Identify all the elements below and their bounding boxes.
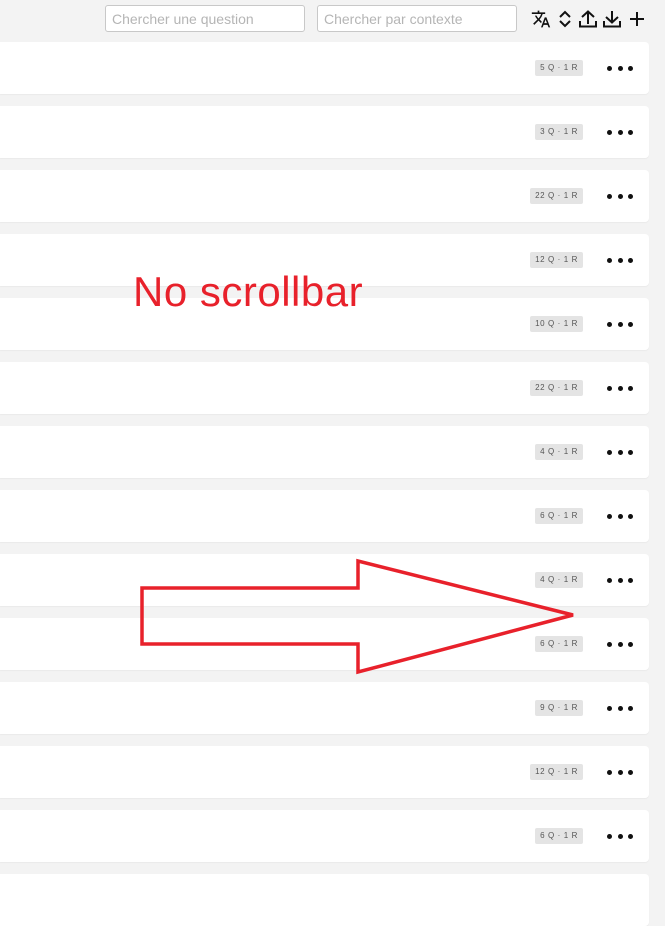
list-item[interactable]: 22 Q · 1 R [0,170,649,222]
count-badge: 5 Q · 1 R [535,60,583,76]
count-badge: 12 Q · 1 R [530,252,583,268]
more-options-icon[interactable] [607,763,633,781]
list-item[interactable]: 6 Q · 1 R [0,618,649,670]
count-badge: 10 Q · 1 R [530,316,583,332]
more-options-icon[interactable] [607,123,633,141]
toolbar [0,0,665,40]
count-badge: 6 Q · 1 R [535,508,583,524]
sort-icon[interactable] [554,8,576,30]
more-options-icon[interactable] [607,507,633,525]
more-options-icon[interactable] [607,443,633,461]
list-item[interactable]: 6 Q · 1 R [0,490,649,542]
more-options-icon[interactable] [607,187,633,205]
question-search-input[interactable] [105,5,305,32]
list-item[interactable]: 3 Q · 1 R [0,106,649,158]
count-badge: 22 Q · 1 R [530,188,583,204]
annotation-text: No scrollbar [133,268,364,315]
more-options-icon[interactable] [607,827,633,845]
upload-icon[interactable] [577,8,599,30]
more-options-icon[interactable] [607,59,633,77]
count-badge: 6 Q · 1 R [535,636,583,652]
count-badge: 6 Q · 1 R [535,828,583,844]
count-badge: 4 Q · 1 R [535,572,583,588]
list-item[interactable]: 12 Q · 1 R [0,746,649,798]
list-item[interactable]: 6 Q · 1 R [0,810,649,862]
list-item[interactable]: 5 Q · 1 R [0,42,649,94]
list-item-partial[interactable] [0,874,649,926]
count-badge: 9 Q · 1 R [535,700,583,716]
list-item[interactable]: 4 Q · 1 R [0,554,649,606]
plus-icon[interactable] [626,8,648,30]
count-badge: 12 Q · 1 R [530,764,583,780]
more-options-icon[interactable] [607,379,633,397]
more-options-icon[interactable] [607,315,633,333]
more-options-icon[interactable] [607,571,633,589]
list-item[interactable]: 9 Q · 1 R [0,682,649,734]
count-badge: 22 Q · 1 R [530,380,583,396]
context-search-input[interactable] [317,5,517,32]
more-options-icon[interactable] [607,635,633,653]
count-badge: 4 Q · 1 R [535,444,583,460]
count-badge: 3 Q · 1 R [535,124,583,140]
download-icon[interactable] [601,8,623,30]
translate-icon[interactable] [530,8,552,30]
list-item[interactable]: 22 Q · 1 R [0,362,649,414]
list-item[interactable]: 4 Q · 1 R [0,426,649,478]
more-options-icon[interactable] [607,251,633,269]
more-options-icon[interactable] [607,699,633,717]
